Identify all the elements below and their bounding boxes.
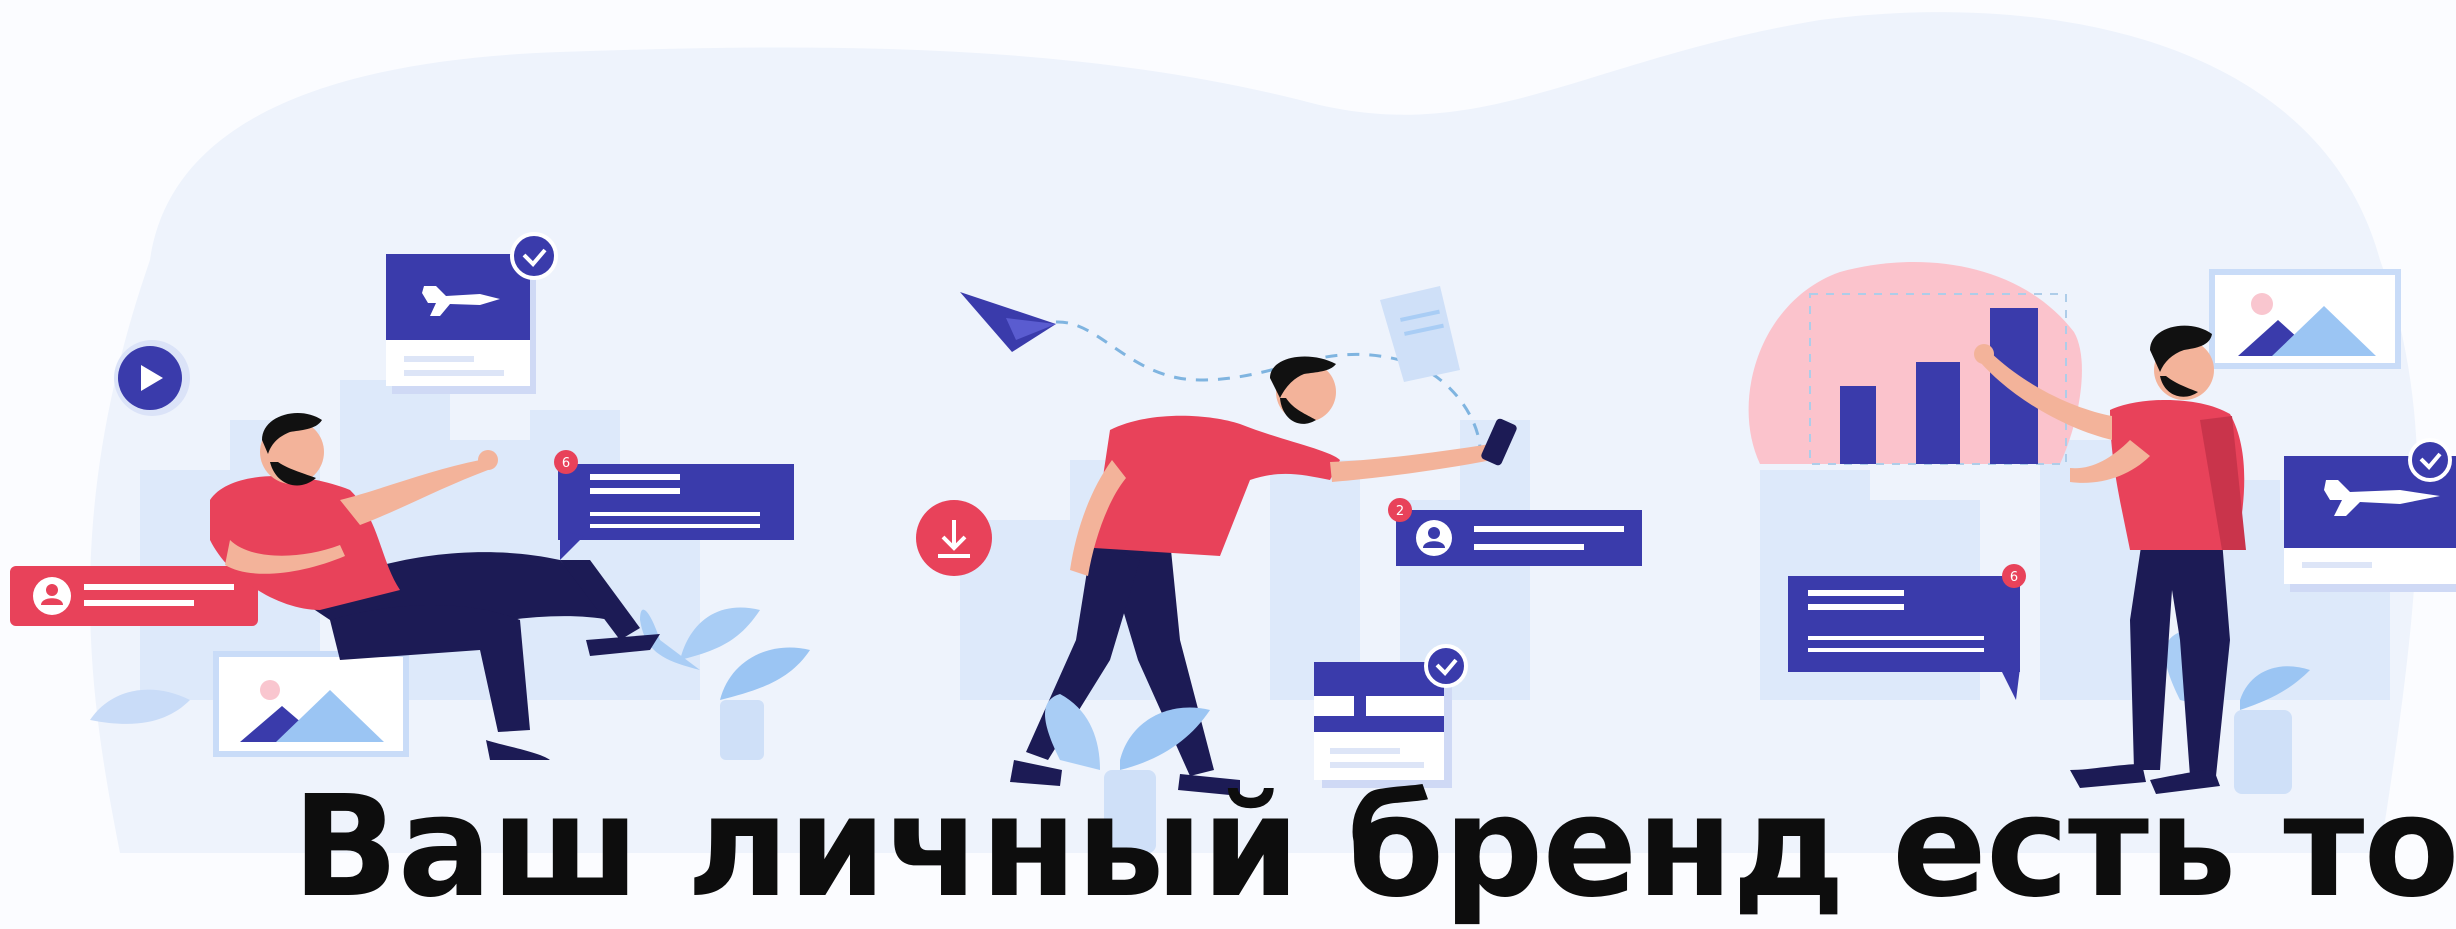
download-icon	[916, 500, 992, 576]
notification-badge-center: 2	[1396, 504, 1404, 519]
illustration-scene: 6 2 6	[10, 12, 2456, 853]
image-frame-right	[2209, 269, 2401, 369]
image-frame-left	[213, 651, 409, 757]
check-icon	[2408, 438, 2452, 482]
check-icon	[510, 232, 558, 280]
check-icon	[1424, 644, 1468, 688]
flight-card	[386, 232, 558, 394]
notification-badge-left: 6	[562, 456, 570, 471]
headline: Ваш личный бренд есть то	[292, 766, 2456, 929]
notification-badge-right: 6	[2010, 570, 2018, 585]
flight-card-right	[2284, 438, 2456, 592]
play-icon	[114, 340, 190, 416]
user-chip-left	[10, 566, 258, 626]
